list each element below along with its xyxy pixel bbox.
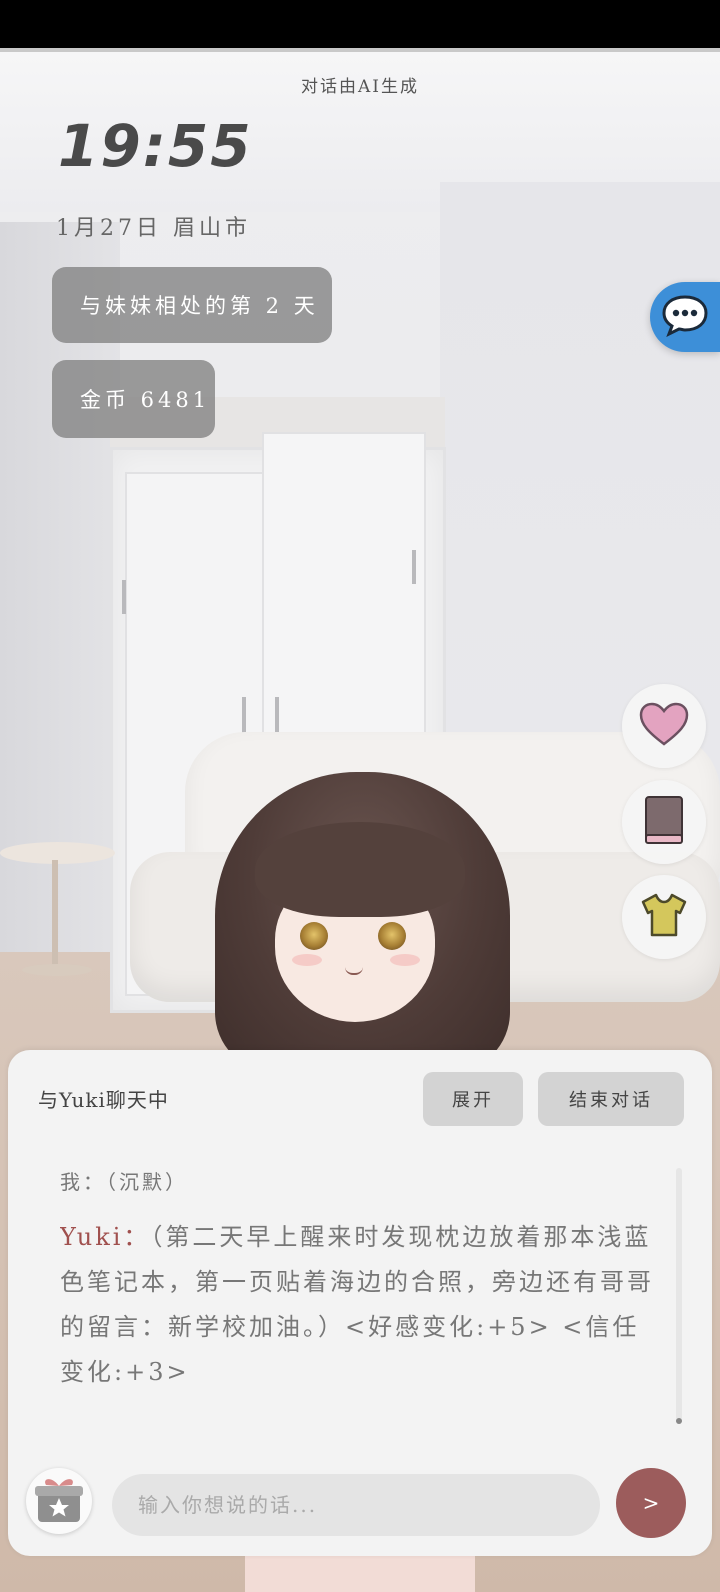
send-button[interactable]: > (616, 1468, 686, 1538)
diary-button[interactable] (622, 780, 706, 864)
message-speaker: 我： (60, 1170, 106, 1194)
end-conversation-button[interactable]: 结束对话 (538, 1072, 684, 1126)
expand-button[interactable]: 展开 (423, 1072, 523, 1126)
book-icon (642, 794, 686, 850)
message-text: （第二天早上醒来时发现枕边放着那本浅蓝色笔记本，第一页贴着海边的合照，旁边还有哥… (60, 1223, 654, 1386)
screen: 对话由AI生成 19:55 1月27日 眉山市 与妹妹相处的第 2 天 金币 6… (0, 0, 720, 1592)
heart-icon (638, 701, 690, 751)
side-table-foot (22, 964, 92, 976)
wardrobe-handle (412, 550, 416, 584)
ai-generated-notice: 对话由AI生成 (301, 77, 419, 97)
chat-fab-button[interactable] (650, 282, 720, 352)
clock: 19:55 (58, 112, 253, 180)
message-input[interactable] (112, 1474, 600, 1536)
chat-panel: 与Yuki聊天中 展开 结束对话 我：（沉默） Yuki：（第二天早上醒来时发现… (8, 1050, 712, 1556)
shirt-icon (639, 891, 689, 943)
message-item: Yuki：（第二天早上醒来时发现枕边放着那本浅蓝色笔记本，第一页贴着海边的合照，… (60, 1215, 660, 1395)
days-together-label: 与妹妹相处的第 2 天 (80, 294, 319, 318)
speech-bubble-icon (660, 293, 710, 341)
coins-badge: 金币 6481 (52, 360, 215, 438)
message-list[interactable]: 我：（沉默） Yuki：（第二天早上醒来时发现枕边放着那本浅蓝色笔记本，第一页贴… (60, 1160, 660, 1420)
character-blush (292, 954, 322, 966)
wardrobe-handle (122, 580, 126, 614)
date-location: 1月27日 眉山市 (56, 216, 251, 241)
side-table-leg (52, 860, 58, 970)
message-speaker: Yuki： (60, 1223, 151, 1251)
message-scrollbar[interactable] (676, 1168, 682, 1424)
scrollbar-thumb[interactable] (676, 1418, 682, 1424)
character-eye-left (300, 922, 328, 950)
coins-label: 金币 6481 (80, 388, 211, 412)
chat-title: 与Yuki聊天中 (38, 1088, 169, 1112)
character-blush (390, 954, 420, 966)
message-text: （沉默） (106, 1170, 188, 1194)
wardrobe-handle (275, 697, 279, 737)
wardrobe-handle (242, 697, 246, 737)
wardrobe-button[interactable] (622, 875, 706, 959)
affection-button[interactable] (622, 684, 706, 768)
message-item: 我：（沉默） (60, 1160, 660, 1205)
status-bar (0, 0, 720, 48)
character-bangs (255, 822, 465, 917)
days-together-badge: 与妹妹相处的第 2 天 (52, 267, 332, 343)
gift-button[interactable] (26, 1468, 92, 1534)
gift-icon (32, 1472, 86, 1530)
character-eye-right (378, 922, 406, 950)
